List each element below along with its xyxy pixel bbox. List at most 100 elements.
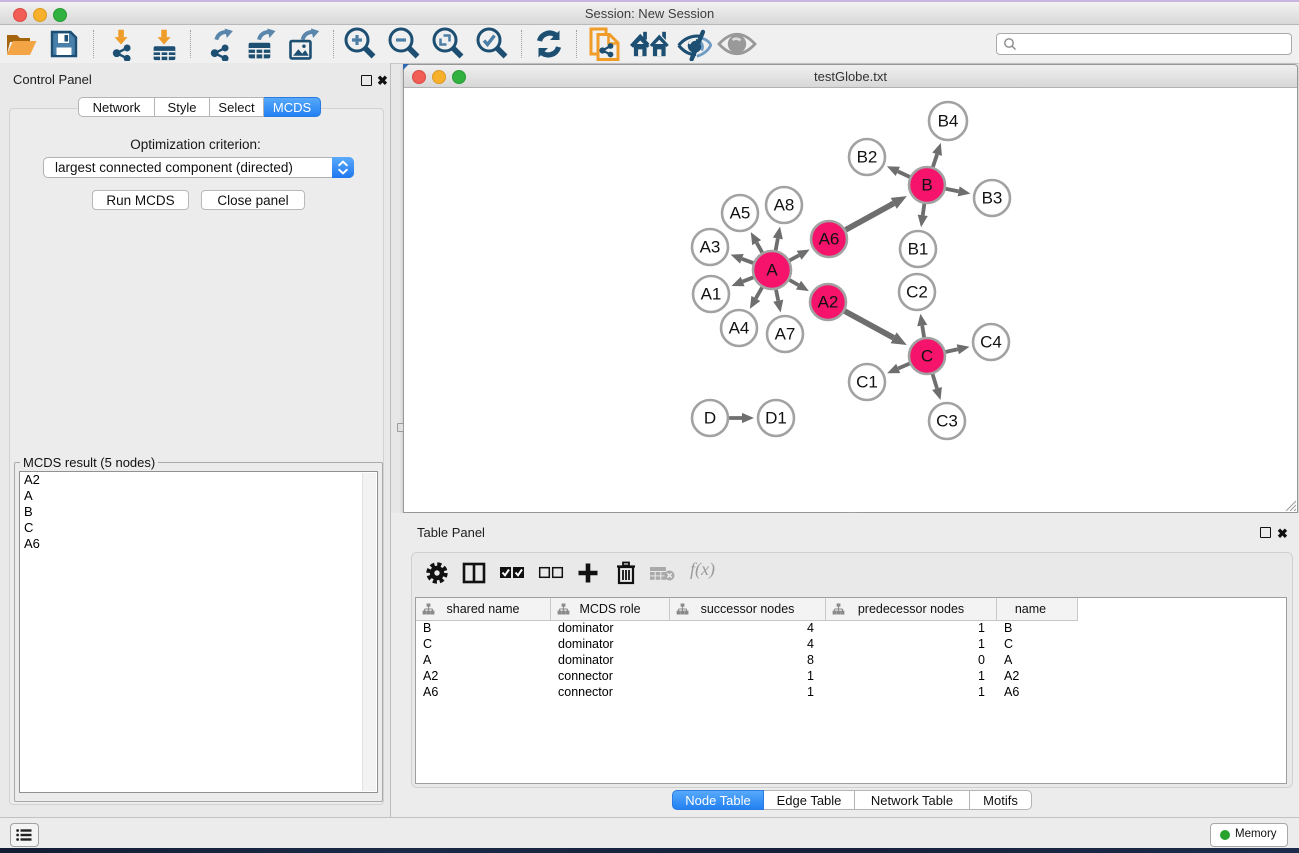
table-cell[interactable]: A6 — [1004, 684, 1019, 700]
graph-node-B4[interactable]: B4 — [929, 102, 967, 140]
clone-network-icon[interactable] — [585, 25, 625, 63]
tab-style[interactable]: Style — [155, 97, 210, 117]
column-header-predecessor-nodes[interactable]: predecessor nodes — [826, 598, 997, 620]
table-cell[interactable]: connector — [558, 684, 613, 700]
save-session-icon[interactable] — [44, 25, 84, 63]
table-float-icon[interactable] — [1260, 527, 1271, 538]
table-cell[interactable]: A2 — [423, 668, 438, 684]
mcds-result-item[interactable]: A6 — [20, 536, 377, 552]
table-cell[interactable]: 0 — [826, 652, 985, 668]
table-close-icon[interactable]: ✖ — [1277, 527, 1288, 540]
column-header-shared-name[interactable]: shared name — [416, 598, 551, 620]
tab-mcds[interactable]: MCDS — [264, 97, 321, 117]
table-cell[interactable]: dominator — [558, 652, 614, 668]
table-cell[interactable]: dominator — [558, 636, 614, 652]
mcds-result-item[interactable]: A2 — [20, 472, 377, 488]
refresh-icon[interactable] — [529, 25, 569, 63]
column-header-MCDS-role[interactable]: MCDS role — [551, 598, 670, 620]
show-column-icon[interactable] — [454, 553, 494, 593]
graph-node-B2[interactable]: B2 — [849, 139, 885, 175]
app-titlebar[interactable]: Session: New Session — [0, 2, 1299, 25]
search-input[interactable] — [1021, 35, 1285, 53]
export-network-icon[interactable] — [201, 25, 241, 63]
table-cell[interactable]: A — [423, 652, 431, 668]
graph-node-D[interactable]: D — [692, 400, 728, 436]
table-cell[interactable]: 1 — [826, 620, 985, 636]
combobox-stepper[interactable] — [332, 157, 354, 178]
delete-row-icon[interactable] — [606, 553, 646, 593]
graph-node-C1[interactable]: C1 — [849, 364, 885, 400]
graph-node-C2[interactable]: C2 — [899, 274, 935, 310]
zoom-selected-icon[interactable] — [472, 25, 512, 63]
mcds-list-scrollbar[interactable] — [362, 473, 376, 791]
export-image-icon[interactable] — [283, 25, 323, 63]
table-cell[interactable]: B — [1004, 620, 1012, 636]
table-cell[interactable]: 1 — [826, 668, 985, 684]
table-options-icon[interactable] — [417, 553, 457, 593]
table-cell[interactable]: 1 — [826, 636, 985, 652]
close-panel-button[interactable]: Close panel — [201, 190, 305, 210]
graph-node-A[interactable]: A — [753, 251, 791, 289]
hide-selected-icon[interactable] — [674, 25, 714, 63]
unselect-all-icon[interactable] — [531, 553, 571, 593]
table-tab-edge-table[interactable]: Edge Table — [764, 790, 855, 810]
table-cell[interactable]: 1 — [670, 668, 814, 684]
zoom-fit-icon[interactable] — [428, 25, 468, 63]
mcds-result-item[interactable]: A — [20, 488, 377, 504]
split-divider-handle-left[interactable] — [397, 423, 404, 432]
table-cell[interactable]: 4 — [670, 636, 814, 652]
table-cell[interactable]: B — [423, 620, 431, 636]
tab-network[interactable]: Network — [78, 97, 155, 117]
table-tab-motifs[interactable]: Motifs — [970, 790, 1032, 810]
zoom-in-icon[interactable] — [340, 25, 380, 63]
window-resize-grip[interactable] — [1284, 499, 1296, 511]
graph-node-A7[interactable]: A7 — [767, 316, 803, 352]
table-cell[interactable]: A6 — [423, 684, 438, 700]
graph-node-A3[interactable]: A3 — [692, 229, 728, 265]
graph-node-A2[interactable]: A2 — [810, 284, 846, 320]
close-panel-icon[interactable]: ✖ — [377, 74, 388, 87]
mcds-result-item[interactable]: C — [20, 520, 377, 536]
table-tab-network-table[interactable]: Network Table — [855, 790, 970, 810]
column-header-successor-nodes[interactable]: successor nodes — [670, 598, 826, 620]
graph-node-C[interactable]: C — [909, 338, 945, 374]
table-cell[interactable]: connector — [558, 668, 613, 684]
table-cell[interactable]: 1 — [826, 684, 985, 700]
graph-node-C4[interactable]: C4 — [973, 324, 1009, 360]
function-builder-button[interactable]: f(x) — [690, 559, 715, 580]
table-cell[interactable]: 4 — [670, 620, 814, 636]
import-network-icon[interactable] — [101, 25, 141, 63]
graph-node-A5[interactable]: A5 — [722, 195, 758, 231]
table-tab-node-table[interactable]: Node Table — [672, 790, 764, 810]
select-all-icon[interactable] — [492, 553, 532, 593]
graph-node-A6[interactable]: A6 — [811, 221, 847, 257]
graph-node-A8[interactable]: A8 — [766, 187, 802, 223]
open-session-icon[interactable] — [1, 25, 41, 63]
table-cell[interactable]: 1 — [670, 684, 814, 700]
show-all-icon[interactable] — [717, 25, 757, 63]
table-cell[interactable]: C — [1004, 636, 1013, 652]
table-cell[interactable]: C — [423, 636, 432, 652]
network-window-titlebar[interactable]: testGlobe.txt — [404, 65, 1297, 88]
graph-node-A4[interactable]: A4 — [721, 310, 757, 346]
tab-select[interactable]: Select — [210, 97, 264, 117]
graph-node-B[interactable]: B — [909, 167, 945, 203]
add-row-icon[interactable] — [568, 553, 608, 593]
column-header-name[interactable]: name — [997, 598, 1078, 620]
node-table[interactable]: shared name MCDS role successor nodes pr… — [415, 597, 1287, 784]
import-table-icon[interactable] — [144, 25, 184, 63]
search-box[interactable] — [996, 33, 1292, 55]
graph-node-A1[interactable]: A1 — [693, 276, 729, 312]
first-neighbors-icon[interactable] — [630, 25, 670, 63]
table-cell[interactable]: A — [1004, 652, 1012, 668]
float-panel-icon[interactable] — [361, 75, 372, 86]
graph-node-B1[interactable]: B1 — [900, 231, 936, 267]
criterion-combobox[interactable]: largest connected component (directed) — [43, 157, 354, 178]
table-cell[interactable]: 8 — [670, 652, 814, 668]
table-cell[interactable]: dominator — [558, 620, 614, 636]
task-history-button[interactable] — [10, 823, 39, 847]
graph-node-D1[interactable]: D1 — [758, 400, 794, 436]
graph-node-C3[interactable]: C3 — [929, 403, 965, 439]
export-table-icon[interactable] — [241, 25, 281, 63]
zoom-out-icon[interactable] — [384, 25, 424, 63]
